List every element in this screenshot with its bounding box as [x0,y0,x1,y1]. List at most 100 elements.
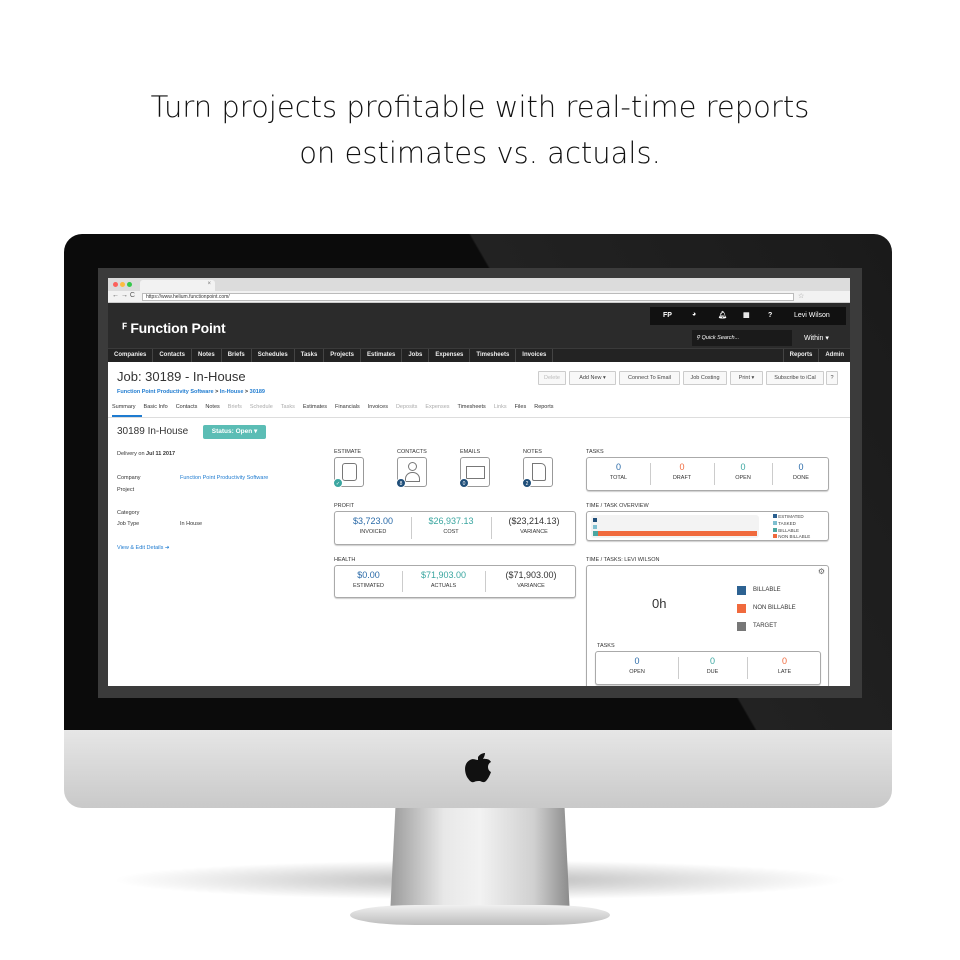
company-label: Company [117,475,141,481]
quick-search-input[interactable]: ⚲ Quick Search... [692,330,792,346]
within-dropdown[interactable]: Within ▾ [804,334,829,342]
user-late-value: 0 [781,656,787,666]
maximize-window-button[interactable] [127,282,132,287]
tasks-total-label: TOTAL [609,475,628,481]
subscribe-ical-button[interactable]: Subscribe to iCal [766,371,824,385]
page-tab[interactable]: Financials [335,404,360,410]
user-due-value: 0 [709,656,715,666]
breadcrumb-company[interactable]: Function Point Productivity Software [117,389,214,395]
user-open-label: OPEN [629,669,645,675]
nav-item[interactable]: Timesheets [470,349,517,362]
apple-logo-icon [465,753,491,783]
page-tab[interactable]: Basic Info [144,404,168,410]
invoiced-value: $3,723.00 [352,516,394,526]
browser-window: × ← → C https://www.helium.functionpoint… [108,278,850,686]
bookmark-star-icon[interactable]: ☆ [798,292,804,300]
help-icon[interactable]: ? [768,312,772,319]
nav-item[interactable]: Notes [192,349,222,362]
nav-item-reports[interactable]: Reports [782,349,820,362]
legend-non-billable: NON BILLABLE [753,605,796,611]
tab-close-icon[interactable]: × [207,281,211,287]
user-open-value: 0 [634,656,640,666]
nav-item[interactable]: Schedules [252,349,295,362]
user-due-label: DUE [706,669,719,675]
tasks-draft-label: DRAFT [672,475,692,481]
legend-tasked: TASKED [778,520,796,526]
project-label: Project [117,487,135,493]
logo[interactable]: ꟳ Function Point [122,319,226,338]
minimize-window-button[interactable] [120,282,125,287]
billable-swatch [737,586,746,595]
user-time-label: TIME / TASKS: LEVI WILSON [586,557,660,563]
actuals-label: ACTUALS [430,583,457,589]
billable-nonbillable-bar [593,531,757,536]
overview-panel: ESTIMATED TASKED BILLABLE NON BILLABLE [586,511,829,541]
delivery-date: Jul 11 2017 [146,451,176,457]
contacts-tile[interactable]: 8 [396,457,427,488]
person-icon [408,462,417,471]
divider [108,417,850,418]
nav-item[interactable]: Companies [108,349,154,362]
legend-billable: BILLABLE [753,587,781,593]
view-edit-details-link[interactable]: View & Edit Details ➜ [117,545,170,551]
monitor-chin [64,730,892,808]
nav-item[interactable]: Projects [324,349,361,362]
nav-item[interactable]: Contacts [153,349,193,362]
print-button[interactable]: Print ▾ [730,371,763,385]
page-tab[interactable]: Files [515,404,527,410]
add-new-button[interactable]: Add New ▾ [569,371,616,385]
delete-button[interactable]: Delete [538,371,566,385]
nav-item[interactable]: Expenses [429,349,471,362]
page-tab[interactable]: Reports [534,404,553,410]
overview-label: TIME / TASK OVERVIEW [586,503,649,509]
note-icon [532,463,546,481]
fp-icon[interactable]: FP [663,312,672,319]
page-tab[interactable]: Notes [205,404,219,410]
calendar-icon[interactable]: ▦ [743,311,750,319]
breadcrumb: Function Point Productivity Software > I… [117,389,265,395]
connect-email-button[interactable]: Connect To Email [619,371,680,385]
estimate-check-badge: ✓ [333,478,343,488]
delivery-info: Delivery on Jul 11 2017 [117,451,175,457]
envelope-icon [466,466,485,479]
page-tab[interactable]: Summary [112,404,136,410]
page-tab[interactable]: Contacts [176,404,198,410]
back-forward-reload-icons[interactable]: ← → C [112,292,135,299]
emails-tile[interactable]: 0 [459,457,490,488]
profit-panel: $3,723.00 INVOICED $26,937.13 COST ($23,21… [334,511,576,545]
help-button[interactable]: ? [826,371,838,385]
page-tab[interactable]: Invoices [368,404,388,410]
nav-item[interactable]: Briefs [222,349,252,362]
status-dropdown[interactable]: Status: Open ▾ [203,425,266,439]
bell-icon[interactable]: 🔔︎ [718,311,727,319]
tasks-draft-value: 0 [679,462,685,472]
nav-item[interactable]: Jobs [402,349,430,362]
user-menu[interactable]: Levi Wilson [794,312,830,319]
nav-item[interactable]: Invoices [516,349,554,362]
nav-item[interactable]: Tasks [295,349,325,362]
url-input[interactable]: https://www.helium.functionpoint.com/ [142,293,794,301]
page-tab[interactable]: Estimates [303,404,327,410]
company-link[interactable]: Function Point Productivity Software [180,475,268,481]
page-title: Job: 30189 - In-House [117,369,246,384]
cost-value: $26,937.13 [428,516,474,526]
nav-item-admin[interactable]: Admin [819,349,850,362]
breadcrumb-job[interactable]: 30189 [250,389,265,395]
job-heading: 30189 In-House [117,426,189,437]
target-swatch [737,622,746,631]
gear-icon[interactable]: ⚙ [818,567,825,576]
notes-tile[interactable]: 2 [522,457,553,488]
estimated-bar [593,518,597,522]
job-costing-button[interactable]: Job Costing [683,371,727,385]
hours-total: 0h [652,596,667,611]
health-variance-value: ($71,903.00) [505,570,557,580]
nav-item[interactable]: Estimates [361,349,403,362]
address-bar: ← → C https://www.helium.functionpoint.c… [108,291,850,303]
estimate-tile[interactable]: ✓ [333,457,364,488]
breadcrumb-project[interactable]: In-House [220,389,244,395]
browser-tab[interactable]: × [140,280,215,291]
overview-legend: ESTIMATED TASKED BILLABLE NON BILLABLE [773,514,810,541]
dashboard-gauge-icon[interactable]: ◕ [692,311,696,318]
close-window-button[interactable] [113,282,118,287]
page-tab[interactable]: Timesheets [458,404,486,410]
